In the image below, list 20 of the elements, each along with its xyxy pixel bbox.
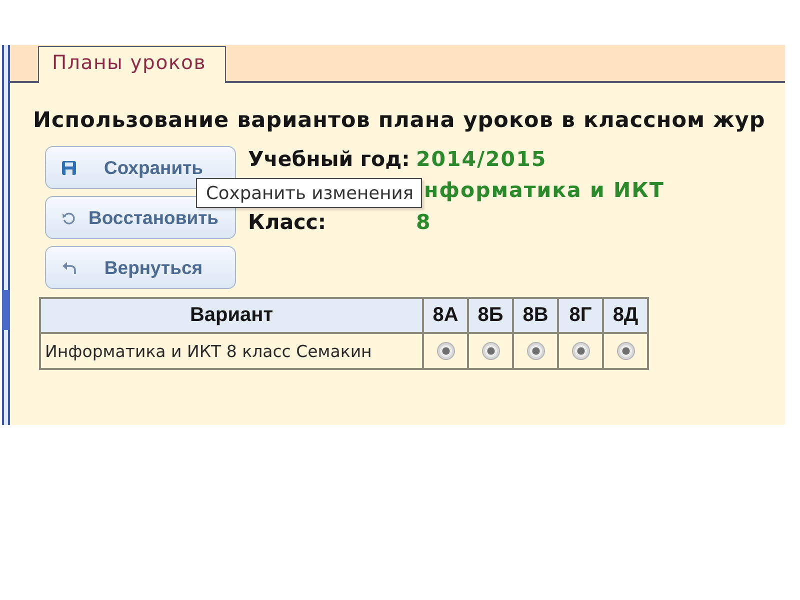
column-header: 8Б <box>468 298 513 333</box>
circular-arrow-icon <box>62 210 76 224</box>
column-header: 8Г <box>558 298 603 333</box>
field-value: 2014/2015 <box>416 147 548 171</box>
tooltip: Сохранить изменения <box>196 178 422 208</box>
table-cell: Информатика и ИКТ 8 класс Семакин <box>40 333 423 369</box>
page-heading: Использование вариантов плана уроков в классном жур <box>33 108 766 135</box>
column-header: 8Д <box>603 298 648 333</box>
field-label: Класс: <box>248 210 328 234</box>
splitter-bar[interactable] <box>2 45 10 425</box>
column-header: 8В <box>513 298 558 333</box>
back-button[interactable]: Вернуться <box>45 246 236 289</box>
field-value: 8 <box>416 210 432 234</box>
column-header: Вариант <box>40 298 423 333</box>
field-label: Учебный год: <box>248 147 411 171</box>
field-value: нформатика и ИКТ <box>423 178 664 202</box>
splitter-handle[interactable] <box>2 290 10 330</box>
tab[interactable]: Планы уроков <box>38 46 226 83</box>
curved-arrow-icon <box>62 260 76 274</box>
column-header: 8А <box>423 298 468 333</box>
